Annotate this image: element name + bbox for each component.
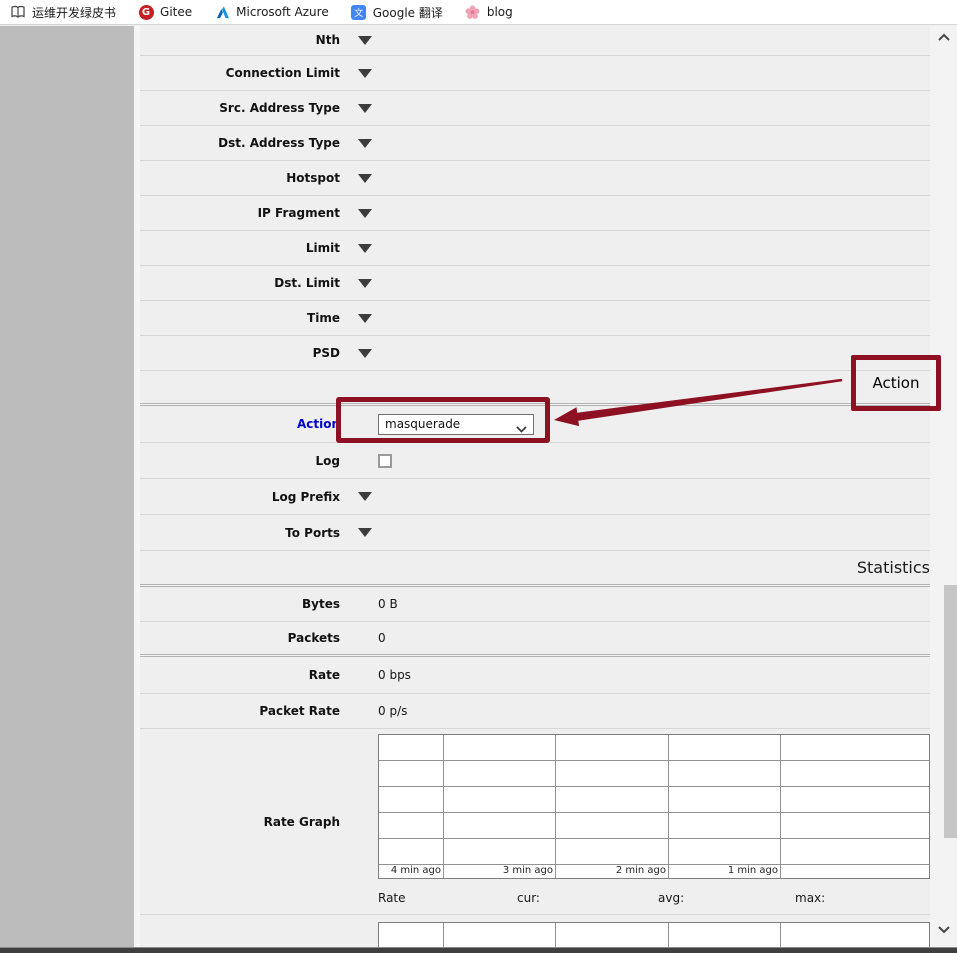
field-label: Limit bbox=[140, 241, 340, 255]
stat-value: 0 bbox=[378, 631, 386, 645]
stat-row-bytes: Bytes 0 B bbox=[140, 587, 930, 622]
stat-value: 0 p/s bbox=[378, 704, 407, 718]
window-bottom-edge bbox=[0, 947, 957, 953]
stat-row-packet-rate: Packet Rate 0 p/s bbox=[140, 694, 930, 729]
bookmark-gitee[interactable]: G Gitee bbox=[138, 4, 192, 20]
field-label: Log bbox=[140, 454, 340, 468]
stat-label: Rate bbox=[140, 668, 340, 682]
form-row-psd: PSD bbox=[140, 336, 930, 371]
form-row-ip-fragment: IP Fragment bbox=[140, 196, 930, 231]
annotation-callout-label: Action bbox=[873, 374, 920, 392]
stat-row-rate: Rate 0 bps bbox=[140, 657, 930, 694]
form-row-to-ports: To Ports bbox=[140, 515, 930, 551]
form-row-hotspot: Hotspot bbox=[140, 161, 930, 196]
flower-icon bbox=[465, 4, 481, 20]
time-axis-label: 4 min ago bbox=[379, 865, 444, 878]
form-row-src-address-type: Src. Address Type bbox=[140, 91, 930, 126]
log-checkbox[interactable] bbox=[378, 454, 392, 468]
sidebar-menu-area bbox=[0, 26, 134, 947]
action-label: Action bbox=[140, 417, 340, 431]
field-label: Dst. Address Type bbox=[140, 136, 340, 150]
azure-icon bbox=[214, 4, 230, 20]
expand-arrow-icon[interactable] bbox=[358, 209, 372, 218]
google-translate-icon: 文 bbox=[351, 4, 367, 20]
stat-value: 0 B bbox=[378, 597, 398, 611]
field-label: Hotspot bbox=[140, 171, 340, 185]
rate-graph-row: Rate Graph 4 min ago 3 min ago 2 min ago… bbox=[140, 729, 930, 915]
expand-arrow-icon[interactable] bbox=[358, 104, 372, 113]
annotation-callout-box: Action bbox=[851, 355, 941, 411]
time-axis-label: 2 min ago bbox=[556, 865, 669, 878]
field-label: PSD bbox=[140, 346, 340, 360]
expand-arrow-icon[interactable] bbox=[358, 279, 372, 288]
legend-series-name: Rate bbox=[378, 891, 406, 905]
field-label: Connection Limit bbox=[140, 66, 340, 80]
expand-arrow-icon[interactable] bbox=[358, 69, 372, 78]
field-label: Dst. Limit bbox=[140, 276, 340, 290]
legend-max-label: max: bbox=[795, 891, 825, 905]
bookmark-label: blog bbox=[487, 5, 513, 19]
chevron-down-icon bbox=[516, 422, 527, 436]
time-axis-label: 1 min ago bbox=[669, 865, 781, 878]
bookmark-greenbook[interactable]: 运维开发绿皮书 bbox=[10, 4, 116, 21]
rate-graph: 4 min ago 3 min ago 2 min ago 1 min ago … bbox=[378, 734, 930, 909]
bookmark-label: Gitee bbox=[160, 5, 192, 19]
packet-rate-graph-row bbox=[140, 915, 930, 947]
stat-value: 0 bps bbox=[378, 668, 411, 682]
form-row-nth: Nth bbox=[140, 25, 930, 56]
legend-avg-label: avg: bbox=[658, 891, 684, 905]
bookmark-label: Microsoft Azure bbox=[236, 5, 329, 19]
rate-graph-label: Rate Graph bbox=[140, 815, 340, 829]
rate-graph-legend: Rate cur: avg: max: bbox=[378, 891, 930, 909]
statistics-title: Statistics bbox=[140, 558, 930, 577]
field-label: Log Prefix bbox=[140, 490, 340, 504]
form-row-dst-address-type: Dst. Address Type bbox=[140, 126, 930, 161]
form-row-limit: Limit bbox=[140, 231, 930, 266]
rate-graph-grid: 4 min ago 3 min ago 2 min ago 1 min ago bbox=[378, 734, 930, 879]
action-select[interactable]: masquerade bbox=[378, 414, 534, 435]
field-label: Nth bbox=[140, 33, 340, 47]
expand-arrow-icon[interactable] bbox=[358, 36, 372, 45]
vertical-scrollbar[interactable] bbox=[930, 26, 957, 947]
stat-label: Packet Rate bbox=[140, 704, 340, 718]
legend-cur-label: cur: bbox=[517, 891, 540, 905]
expand-arrow-icon[interactable] bbox=[358, 139, 372, 148]
form-row-log: Log bbox=[140, 443, 930, 479]
spacer-row bbox=[140, 371, 930, 403]
expand-arrow-icon[interactable] bbox=[358, 528, 372, 537]
scrollbar-thumb[interactable] bbox=[944, 585, 957, 838]
gitee-icon: G bbox=[138, 4, 154, 20]
form-row-log-prefix: Log Prefix bbox=[140, 479, 930, 515]
stat-row-packets: Packets 0 bbox=[140, 622, 930, 654]
bookmark-label: 运维开发绿皮书 bbox=[32, 4, 116, 21]
field-label: IP Fragment bbox=[140, 206, 340, 220]
form-row-action: Action masquerade bbox=[140, 406, 930, 443]
scroll-down-icon[interactable] bbox=[936, 921, 952, 937]
form-row-connection-limit: Connection Limit bbox=[140, 56, 930, 91]
expand-arrow-icon[interactable] bbox=[358, 174, 372, 183]
expand-arrow-icon[interactable] bbox=[358, 314, 372, 323]
nat-rule-form: Nth Connection Limit Src. Address Type D… bbox=[140, 25, 930, 947]
bookmark-azure[interactable]: Microsoft Azure bbox=[214, 4, 329, 20]
statistics-header-row: Statistics bbox=[140, 551, 930, 584]
stat-label: Packets bbox=[140, 631, 340, 645]
scroll-up-icon[interactable] bbox=[936, 30, 952, 46]
bookmarks-bar: 运维开发绿皮书 G Gitee Microsoft Azure 文 Google… bbox=[0, 0, 957, 25]
form-row-time: Time bbox=[140, 301, 930, 336]
expand-arrow-icon[interactable] bbox=[358, 244, 372, 253]
packet-rate-graph bbox=[378, 922, 930, 947]
field-label: Time bbox=[140, 311, 340, 325]
field-label: To Ports bbox=[140, 526, 340, 540]
form-row-dst-limit: Dst. Limit bbox=[140, 266, 930, 301]
bookmark-blog[interactable]: blog bbox=[465, 4, 513, 20]
stat-label: Bytes bbox=[140, 597, 340, 611]
action-select-value: masquerade bbox=[379, 417, 533, 431]
bookmark-label: Google 翻译 bbox=[373, 4, 443, 21]
expand-arrow-icon[interactable] bbox=[358, 492, 372, 501]
field-label: Src. Address Type bbox=[140, 101, 340, 115]
book-icon bbox=[10, 4, 26, 20]
time-axis-label: 3 min ago bbox=[444, 865, 556, 878]
bookmark-google-translate[interactable]: 文 Google 翻译 bbox=[351, 4, 443, 21]
expand-arrow-icon[interactable] bbox=[358, 349, 372, 358]
